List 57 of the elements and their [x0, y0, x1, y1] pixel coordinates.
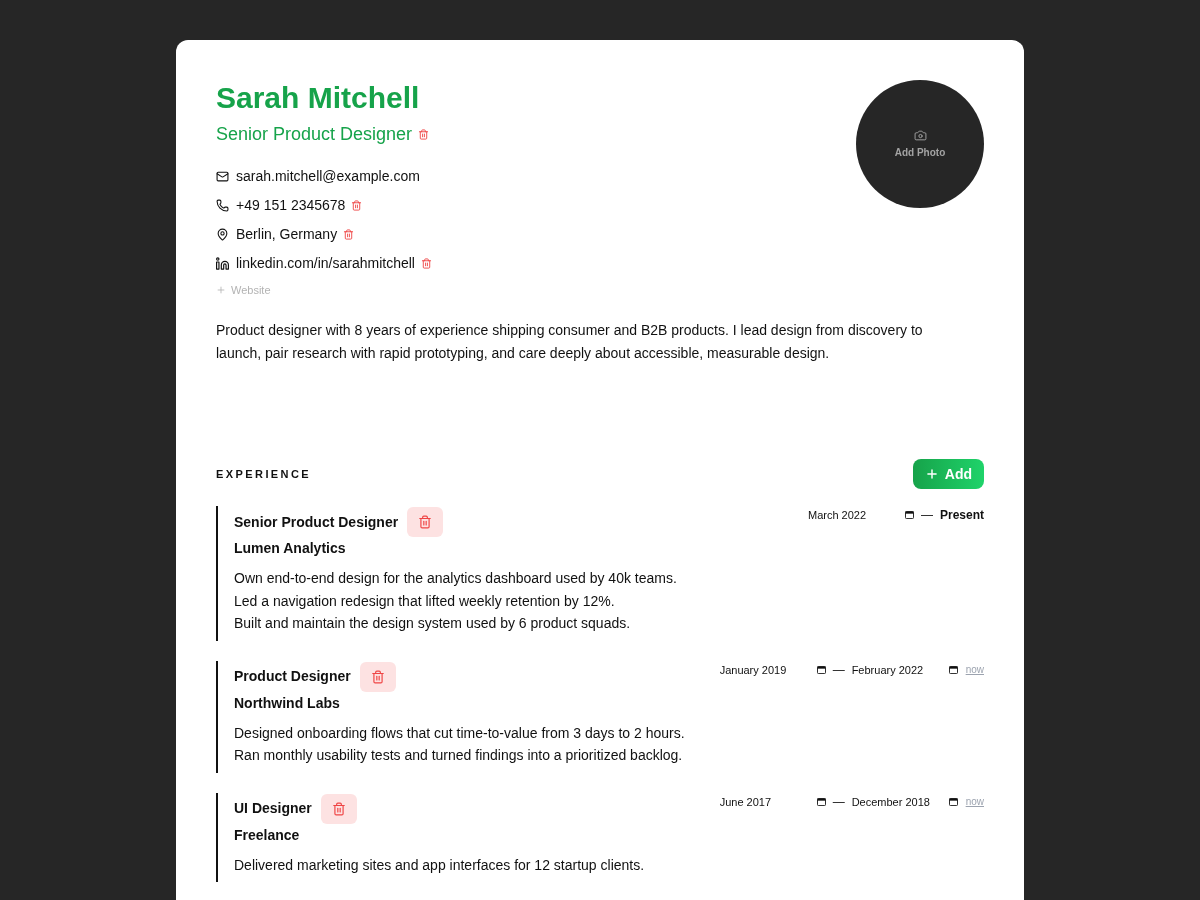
company-name: Northwind Labs	[234, 693, 341, 713]
calendar-icon	[948, 665, 958, 674]
calendar-icon	[948, 797, 958, 806]
trash-icon	[351, 199, 363, 211]
delete-button[interactable]	[320, 793, 357, 824]
summary-text: Product designer with 8 years of experience shipping consumer and B2B products. I lead design from discovery to launch, pair research with rapid prototyping, and care deeply about accessible, measurable design.	[216, 321, 924, 363]
calendar-icon	[816, 797, 826, 806]
delete-button[interactable]	[418, 128, 430, 140]
bullet-text: Led a navigation redesign that lifted weekly retention by 12%.	[234, 591, 616, 611]
delete-button[interactable]	[420, 257, 432, 269]
date-field[interactable]: January 2019	[719, 662, 826, 677]
delete-button[interactable]	[359, 661, 396, 692]
bullet-text: Ran monthly usability tests and turned findings into a prioritized backlog.	[234, 746, 684, 765]
linkedin-icon	[216, 256, 229, 270]
add-photo-button[interactable]: Add Photo	[856, 80, 984, 208]
calendar-icon	[904, 511, 914, 519]
email-text: sarah.mitchell@example.com	[236, 167, 420, 186]
bullet-text: Own end-to-end design for the analytics dashboard used by 40k teams.	[234, 569, 678, 588]
calendar-icon	[816, 665, 826, 674]
entry-title: UI Designer	[234, 799, 312, 818]
date-field[interactable]: December 2018	[851, 794, 958, 809]
entry-title: Senior Product Designer	[234, 512, 399, 532]
date-field[interactable]: June 2017	[719, 794, 826, 809]
entry-title: Product Designer	[234, 667, 351, 686]
date-separator: —	[920, 508, 933, 522]
plus-icon	[924, 467, 939, 481]
phone-text: +49 151 2345678	[236, 196, 346, 215]
date-separator: —	[832, 662, 845, 677]
company-name: Freelance	[234, 825, 301, 845]
delete-button[interactable]	[407, 507, 444, 537]
delete-button[interactable]	[343, 228, 355, 240]
bullet-text: Built and maintain the design system used by 6 product squads.	[234, 614, 632, 633]
plus-icon	[216, 285, 226, 295]
date-field[interactable]: February 2022	[851, 662, 958, 677]
date-separator: —	[832, 794, 845, 809]
present-text: Present	[939, 508, 984, 522]
trash-icon	[420, 257, 432, 269]
mail-icon	[216, 169, 229, 183]
trash-icon	[418, 515, 433, 529]
name-heading: Sarah Mitchell	[216, 80, 421, 116]
trash-icon	[343, 228, 355, 240]
date-field[interactable]: March 2022	[807, 508, 914, 522]
camera-icon	[913, 129, 927, 142]
add-photo-label: Add Photo	[894, 147, 946, 159]
bullet-text: Delivered marketing sites and app interfaces for 12 startup clients.	[234, 855, 646, 875]
trash-icon	[370, 669, 385, 684]
location-text: Berlin, Germany	[236, 225, 338, 244]
bullet-text: Designed onboarding flows that cut time-to-value from 3 days to 2 hours.	[234, 723, 686, 743]
map-pin-icon	[216, 227, 229, 241]
linkedin-text: linkedin.com/in/sarahmitchell	[236, 254, 415, 273]
section-heading: EXPERIENCE	[216, 466, 312, 482]
trash-icon	[418, 128, 430, 140]
delete-button[interactable]	[351, 199, 363, 211]
phone-icon	[216, 198, 229, 212]
job-title: Senior Product Designer	[216, 123, 413, 146]
trash-icon	[331, 801, 346, 816]
company-name: Lumen Analytics	[234, 539, 347, 558]
